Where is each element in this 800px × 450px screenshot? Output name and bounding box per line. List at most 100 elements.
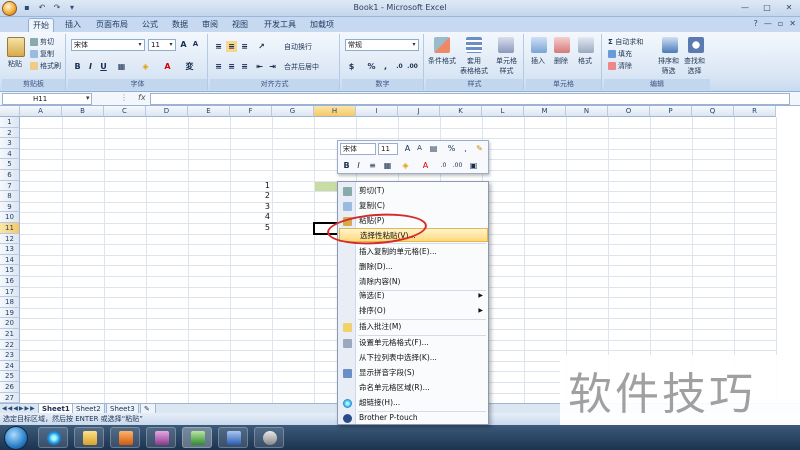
column-header-C[interactable]: C xyxy=(104,106,146,117)
menu-item-hyperlink[interactable]: 超链接(H)... xyxy=(339,396,488,410)
taskbar-excel[interactable] xyxy=(182,427,212,448)
menu-item-clear-contents[interactable]: 清除内容(N) xyxy=(339,275,488,289)
column-header-F[interactable]: F xyxy=(230,106,272,117)
fill-color-icon[interactable]: ◈ xyxy=(140,61,151,72)
mini-size-select[interactable]: 11 xyxy=(378,143,398,155)
row-header-14[interactable]: 14 xyxy=(0,254,20,266)
tab-home[interactable]: 开始 xyxy=(28,18,54,32)
row-header-20[interactable]: 20 xyxy=(0,318,20,329)
paste-icon[interactable] xyxy=(7,37,25,57)
row-header-10[interactable]: 10 xyxy=(0,212,20,223)
menu-item-filter[interactable]: 筛选(E) ▶ xyxy=(339,289,488,303)
menu-item-sort[interactable]: 排序(O) ▶ xyxy=(339,304,488,318)
sort-filter-button[interactable]: 排序和 筛选 xyxy=(658,56,679,76)
tab-formulas[interactable]: 公式 xyxy=(138,18,162,32)
menu-item-format-cells[interactable]: 设置单元格格式(F)... xyxy=(339,336,488,350)
row-header-7[interactable]: 7 xyxy=(0,180,20,192)
format-painter-button[interactable]: 格式刷 xyxy=(30,61,61,71)
row-header-17[interactable]: 17 xyxy=(0,286,20,298)
italic-icon[interactable]: I xyxy=(85,61,96,72)
orientation-icon[interactable]: ↗ xyxy=(256,41,267,52)
row-header-23[interactable]: 23 xyxy=(0,350,20,361)
column-header-M[interactable]: M xyxy=(524,106,566,117)
number-format-select[interactable]: 常规 ▾ xyxy=(345,39,419,51)
row-header-1[interactable]: 1 xyxy=(0,117,20,128)
row-header-4[interactable]: 4 xyxy=(0,148,20,160)
column-header-K[interactable]: K xyxy=(440,106,482,117)
mini-increase-decimal-icon[interactable]: .0 xyxy=(438,160,449,171)
menu-item-name-range[interactable]: 命名单元格区域(R)... xyxy=(339,381,488,395)
column-header-R[interactable]: R xyxy=(734,106,776,117)
phonetic-icon[interactable]: 変 xyxy=(184,61,195,72)
cut-button[interactable]: 剪切 xyxy=(30,37,54,47)
column-header-A[interactable]: A xyxy=(20,106,62,117)
fx-button[interactable]: fx xyxy=(138,93,146,102)
doc-restore-icon[interactable]: ▫ xyxy=(778,19,783,28)
row-header-27[interactable]: 27 xyxy=(0,392,20,404)
mini-font-select[interactable]: 宋体 xyxy=(340,143,376,155)
fill-button[interactable]: 填充 xyxy=(608,49,632,59)
menu-item-pick-from-list[interactable]: 从下拉列表中选择(K)... xyxy=(339,351,488,365)
menu-item-phonetic[interactable]: 显示拼音字段(S) xyxy=(339,366,488,380)
mini-font-color-icon[interactable]: A xyxy=(420,160,431,171)
wrap-text-button[interactable]: 自动换行 xyxy=(284,42,312,52)
row-header-21[interactable]: 21 xyxy=(0,329,20,340)
menu-item-insert-copied[interactable]: 插入复制的单元格(E)... xyxy=(339,245,488,259)
mini-percent-icon[interactable]: % xyxy=(446,143,457,154)
mini-bold-icon[interactable]: B xyxy=(341,160,352,171)
align-center-icon[interactable]: ≡ xyxy=(226,61,237,72)
clear-button[interactable]: 清除 xyxy=(608,61,632,71)
mini-format-painter-icon[interactable]: ✎ xyxy=(474,143,485,154)
row-header-6[interactable]: 6 xyxy=(0,170,20,181)
currency-icon[interactable]: $ xyxy=(346,61,357,72)
delete-cells-button[interactable]: 删除 xyxy=(554,56,568,66)
doc-minimize-icon[interactable]: — xyxy=(764,19,772,28)
taskbar-media[interactable] xyxy=(110,427,140,448)
sheet-nav-icon[interactable]: ◀◀◀▶▶▶ xyxy=(2,405,36,412)
column-header-P[interactable]: P xyxy=(650,106,692,117)
comma-icon[interactable]: , xyxy=(380,61,391,72)
font-color-icon[interactable]: A xyxy=(162,61,173,72)
format-cells-button[interactable]: 格式 xyxy=(578,56,592,66)
merge-center-button[interactable]: 合并后居中 xyxy=(284,62,319,72)
mini-merge-icon[interactable]: ▣ xyxy=(468,160,479,171)
menu-item-cut[interactable]: 剪切(T) xyxy=(339,184,488,198)
autosum-button[interactable]: Σ 自动求和 xyxy=(608,37,643,47)
row-header-22[interactable]: 22 xyxy=(0,339,20,351)
insert-cells-button[interactable]: 插入 xyxy=(531,56,545,66)
cell-styles-button[interactable]: 单元格 样式 xyxy=(496,56,517,76)
column-header-Q[interactable]: Q xyxy=(692,106,734,117)
minimize-icon[interactable]: — xyxy=(736,2,754,13)
maximize-icon[interactable]: □ xyxy=(758,2,776,13)
decrease-decimal-icon[interactable]: .00 xyxy=(407,61,418,72)
align-top-icon[interactable]: ≡ xyxy=(213,41,224,52)
column-header-D[interactable]: D xyxy=(146,106,188,117)
select-all-corner[interactable] xyxy=(0,106,20,117)
row-header-19[interactable]: 19 xyxy=(0,307,20,319)
tab-addins[interactable]: 加载项 xyxy=(306,18,338,32)
column-header-I[interactable]: I xyxy=(356,106,398,117)
mini-align-icon[interactable]: ≡ xyxy=(367,160,378,171)
bold-icon[interactable]: B xyxy=(72,61,83,72)
row-header-18[interactable]: 18 xyxy=(0,297,20,308)
align-bottom-icon[interactable]: ≡ xyxy=(239,41,250,52)
cell-value[interactable]: 1 xyxy=(230,181,270,192)
tab-view[interactable]: 视图 xyxy=(228,18,252,32)
menu-item-copy[interactable]: 复制(C) xyxy=(339,199,488,213)
grow-font-icon[interactable]: A xyxy=(178,39,189,50)
underline-icon[interactable]: U xyxy=(98,61,109,72)
mini-border-icon[interactable]: ▦ xyxy=(382,160,393,171)
close-icon[interactable]: ✕ xyxy=(780,2,798,13)
tab-data[interactable]: 数据 xyxy=(168,18,192,32)
border-icon[interactable]: ▦ xyxy=(116,61,127,72)
row-header-26[interactable]: 26 xyxy=(0,382,20,393)
cell-value[interactable]: 4 xyxy=(230,212,270,223)
row-header-16[interactable]: 16 xyxy=(0,276,20,287)
row-header-25[interactable]: 25 xyxy=(0,371,20,382)
font-size-select[interactable]: 11 ▾ xyxy=(148,39,176,51)
mini-fill-color-icon[interactable]: ◈ xyxy=(400,160,411,171)
shrink-font-icon[interactable]: A xyxy=(190,39,201,50)
align-middle-icon[interactable]: ≡ xyxy=(226,41,237,52)
column-header-H[interactable]: H xyxy=(314,106,356,117)
column-header-E[interactable]: E xyxy=(188,106,230,117)
